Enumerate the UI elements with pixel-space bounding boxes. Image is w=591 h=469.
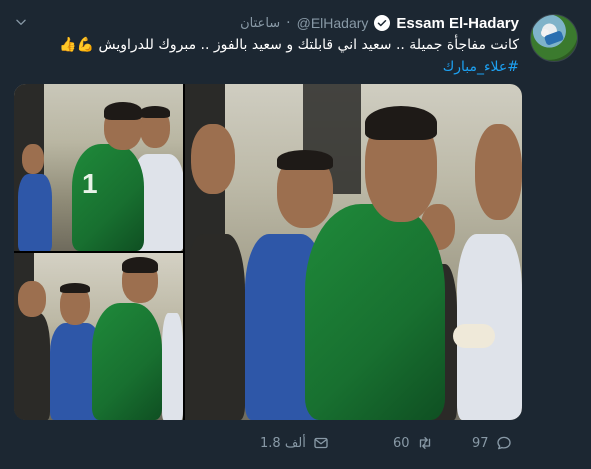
reply-icon — [496, 436, 511, 450]
photo-3-wrist-bandage — [453, 324, 495, 348]
photo-1-jersey-number: 1 — [82, 168, 98, 199]
action-bar: 97 60 1.8 ألف — [0, 430, 591, 456]
chevron-down-icon[interactable] — [14, 14, 28, 28]
photo-3-person-left — [185, 234, 245, 420]
photo-1-head-left — [22, 144, 44, 174]
photo-3-hair-blue — [277, 150, 333, 170]
user-handle[interactable]: @ElHadary — [297, 15, 369, 31]
photo-2-player-hair — [122, 257, 158, 273]
photo-3[interactable] — [185, 84, 522, 420]
photo-3-head-right — [475, 124, 522, 220]
tweet-header: Essam El-Hadary @ElHadary · ساعتان — [240, 12, 519, 34]
photo-2[interactable] — [14, 253, 183, 420]
retweet-icon — [419, 437, 430, 449]
photo-2-person-left — [14, 313, 50, 420]
retweet-count: 60 — [393, 435, 410, 451]
photo-2-hair-mid — [60, 283, 90, 293]
hashtag-link[interactable]: #علاء_مبارك — [443, 56, 519, 78]
photo-3-head-left — [191, 124, 235, 194]
photo-2-person-right — [162, 313, 183, 420]
reply-button[interactable]: 97 — [472, 430, 513, 456]
like-icon — [314, 437, 328, 449]
like-count: 1.8 ألف — [260, 435, 306, 451]
tweet-text: كانت مفاجأة جميلة .. سعيد اني قابلتك و س… — [19, 34, 519, 56]
avatar[interactable] — [530, 14, 578, 62]
verified-badge-icon — [374, 15, 391, 31]
photo-1-person-left — [18, 174, 52, 251]
tweet-card[interactable]: Essam El-Hadary @ElHadary · ساعتان كانت … — [0, 0, 591, 469]
photo-1-hair-right — [140, 106, 170, 118]
timestamp[interactable]: ساعتان — [240, 16, 280, 31]
retweet-button[interactable]: 60 — [393, 430, 434, 456]
photo-2-head-left — [18, 281, 46, 317]
photo-2-player — [92, 303, 162, 420]
like-button[interactable]: 1.8 ألف — [260, 430, 330, 456]
photo-1[interactable]: 1 — [14, 84, 183, 251]
separator: · — [286, 15, 291, 31]
display-name[interactable]: Essam El-Hadary — [396, 15, 519, 32]
reply-count: 97 — [472, 435, 489, 451]
photo-3-player — [305, 204, 445, 420]
photo-3-player-hair — [365, 106, 437, 140]
photo-1-player-hair — [104, 102, 142, 120]
media-grid: 1 — [14, 84, 522, 420]
tweet-emoji: 💪👍 — [59, 37, 95, 53]
tweet-body: كانت مفاجأة جميلة .. سعيد اني قابلتك و س… — [98, 37, 520, 53]
